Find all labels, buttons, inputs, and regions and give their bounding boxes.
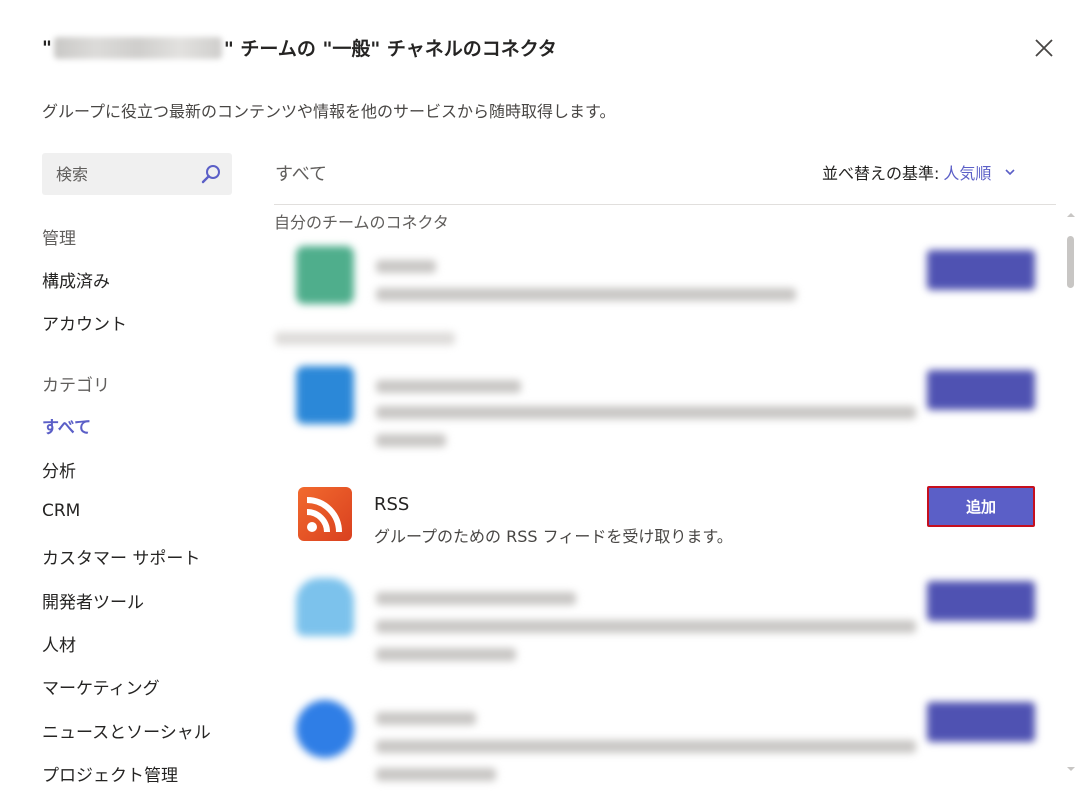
scroll-down-icon[interactable] [1066,764,1076,774]
scrollbar-thumb[interactable] [1067,236,1074,288]
sidebar-item-accounts[interactable]: アカウント [42,310,127,335]
scroll-up-icon[interactable] [1066,210,1076,220]
sort-label: 並べ替えの基準: [822,164,940,183]
list-item-icon [296,246,354,304]
search-box[interactable] [42,153,232,195]
dialog-subtitle: グループに役立つ最新のコンテンツや情報を他のサービスから随時取得します。 [42,102,616,121]
sidebar-item-configured[interactable]: 構成済み [42,267,110,292]
dialog-title: " " チームの "一般" チャネルのコネクタ [42,36,557,60]
chevron-down-icon [1005,169,1015,176]
sidebar-item-analytics[interactable]: 分析 [42,457,76,482]
sidebar-item-news-social[interactable]: ニュースとソーシャル [42,718,211,743]
sidebar-item-marketing[interactable]: マーケティング [42,674,160,699]
connector-name-rss: RSS [374,494,410,515]
search-icon[interactable] [200,163,222,185]
rss-icon [298,487,352,541]
list-item-add-button [927,702,1035,742]
list-item-icon [296,366,354,424]
sidebar-item-developer-tools[interactable]: 開発者ツール [42,588,144,613]
list-item-add-button [927,581,1035,621]
sidebar-item-customer-support[interactable]: カスタマー サポート [42,544,200,569]
list-divider [274,204,1056,205]
list-item-add-button [927,250,1035,290]
connector-description-rss: グループのための RSS フィードを受け取ります。 [374,527,733,546]
sidebar-item-project-management[interactable]: プロジェクト管理 [42,761,178,786]
category-heading: カテゴリ [42,376,110,396]
manage-heading: 管理 [42,229,76,249]
section-label-my-team-connectors: 自分のチームのコネクタ [274,213,449,232]
list-item-icon [296,578,354,636]
sidebar-item-hr[interactable]: 人材 [42,631,76,656]
close-icon[interactable] [1032,36,1056,60]
list-item-icon [296,700,354,758]
list-item-add-button [927,370,1035,410]
sort-value: 人気順 [943,164,992,183]
add-rss-button[interactable]: 追加 [927,486,1035,527]
sidebar-item-crm[interactable]: CRM [42,501,80,521]
team-name-redacted [53,36,222,59]
sort-dropdown[interactable]: 並べ替えの基準: 人気順 [822,160,1017,184]
sidebar-item-all[interactable]: すべて [42,413,91,438]
search-input[interactable] [42,153,206,195]
list-heading: すべて [275,164,328,185]
